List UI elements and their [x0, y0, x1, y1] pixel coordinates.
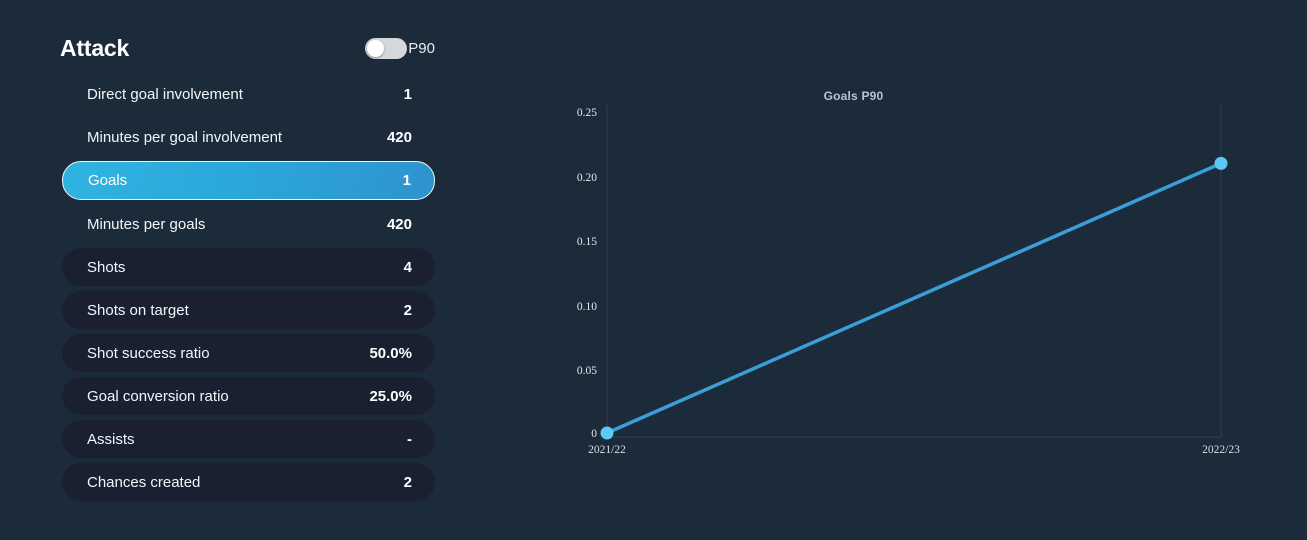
stat-label: Assists [87, 430, 135, 448]
toggle-knob [367, 39, 385, 57]
stat-label: Shot success ratio [87, 344, 210, 362]
x-tick-label: 2021/22 [588, 444, 626, 456]
stat-row-shot-success-ratio[interactable]: Shot success ratio 50.0% [62, 334, 435, 372]
y-tick-label: 0.05 [577, 365, 597, 377]
stat-row-minutes-per-goals[interactable]: Minutes per goals 420 [62, 205, 435, 243]
data-point-marker[interactable] [1214, 156, 1228, 170]
y-tick-label: 0.15 [577, 236, 597, 248]
series-line-goals-p90 [605, 161, 1223, 435]
stat-label: Goal conversion ratio [87, 387, 229, 405]
stat-row-shots[interactable]: Shots 4 [62, 248, 435, 286]
stat-row-shots-on-target[interactable]: Shots on target 2 [62, 291, 435, 329]
y-tick-label: 0 [591, 428, 597, 440]
x-tick-label: 2022/23 [1202, 444, 1240, 456]
p90-toggle-group[interactable]: P90 [365, 37, 435, 59]
stat-value: 2 [403, 301, 412, 319]
panel-header: Attack P90 [60, 30, 435, 66]
stat-label: Shots [87, 258, 126, 276]
stat-row-direct-goal-involvement[interactable]: Direct goal involvement 1 [62, 75, 435, 113]
stat-value: - [407, 430, 412, 448]
stat-row-goals[interactable]: Goals 1 [62, 161, 435, 200]
stat-value: 25.0% [369, 387, 412, 405]
stat-value: 1 [403, 85, 412, 103]
stat-value: 420 [386, 215, 412, 233]
p90-toggle-label: P90 [408, 39, 435, 57]
player-attack-stats-panel: Attack P90 Direct goal involvement 1 Min… [0, 0, 1307, 540]
stat-label: Direct goal involvement [87, 85, 243, 103]
stat-label: Shots on target [87, 301, 189, 319]
stat-value: 50.0% [369, 344, 412, 362]
stat-value: 420 [386, 128, 412, 146]
stat-list: Direct goal involvement 1 Minutes per go… [62, 75, 435, 506]
stat-row-assists[interactable]: Assists - [62, 420, 435, 458]
stat-row-goal-conversion-ratio[interactable]: Goal conversion ratio 25.0% [62, 377, 435, 415]
stat-value: 1 [402, 172, 411, 189]
goals-p90-line-chart: 0.25 0.20 0.15 0.10 0.05 0 2021/22 2022/… [577, 105, 1240, 456]
attack-stats-sidebar: Attack P90 Direct goal involvement 1 Min… [0, 0, 470, 540]
stat-label: Minutes per goals [87, 215, 206, 233]
y-tick-label: 0.25 [577, 107, 597, 119]
data-point-marker[interactable] [600, 426, 614, 440]
stat-row-minutes-per-goal-involvement[interactable]: Minutes per goal involvement 420 [62, 118, 435, 156]
stat-label: Chances created [87, 473, 201, 491]
page-title: Attack [60, 34, 130, 61]
stat-value: 4 [403, 258, 412, 276]
goals-p90-chart-panel: Goals P90 0.25 0.20 0.15 0.10 0.05 0 202… [470, 0, 1307, 540]
p90-toggle-switch[interactable] [365, 37, 408, 59]
stat-value: 2 [403, 473, 412, 491]
stat-label: Minutes per goal involvement [87, 128, 283, 146]
stat-row-chances-created[interactable]: Chances created 2 [62, 463, 435, 501]
stat-label: Goals [88, 172, 128, 189]
y-tick-label: 0.20 [577, 172, 597, 184]
y-tick-label: 0.10 [577, 301, 597, 313]
